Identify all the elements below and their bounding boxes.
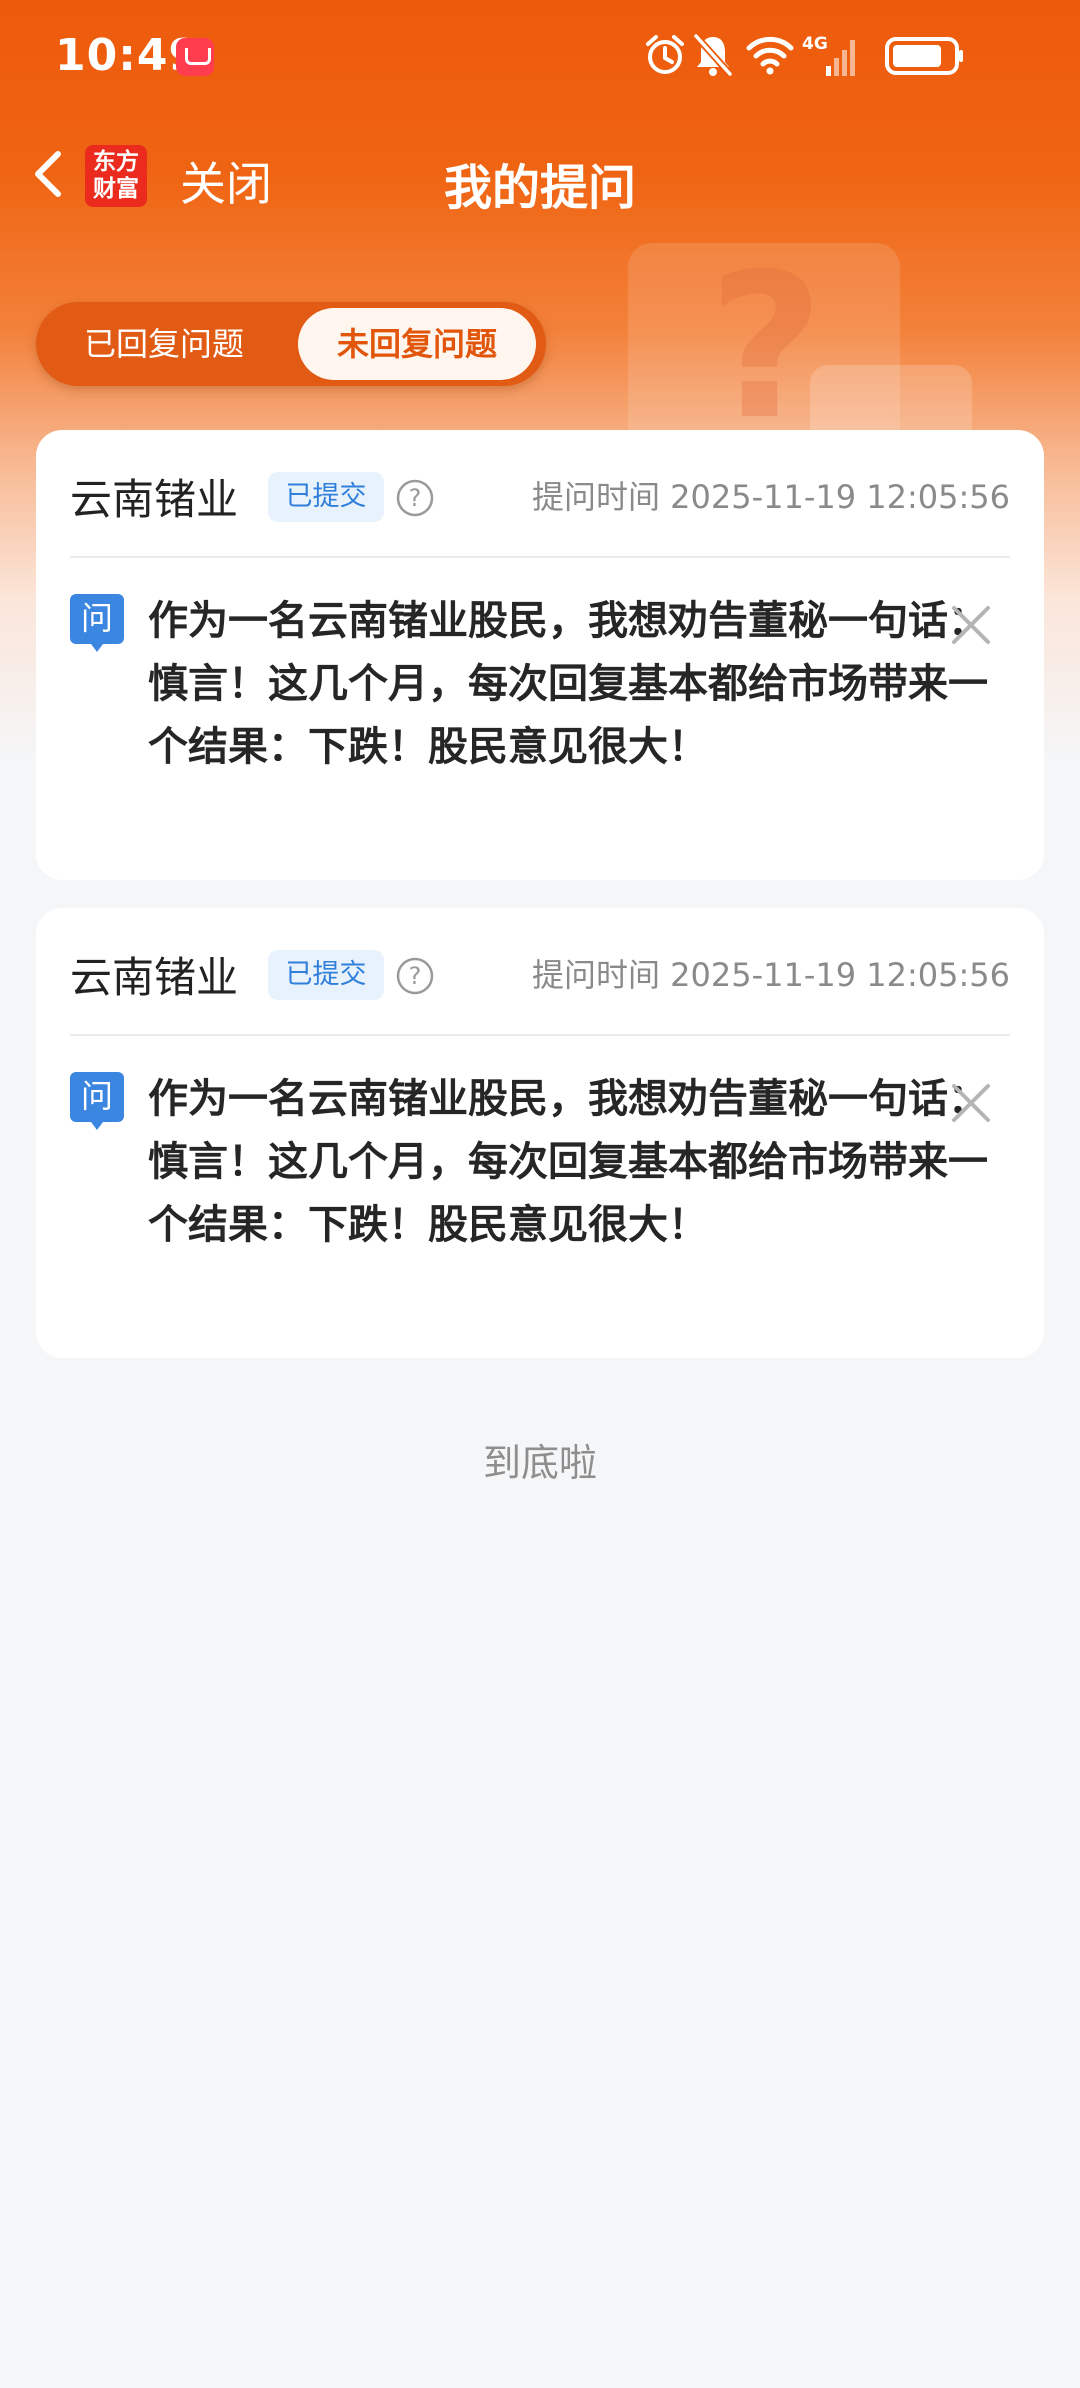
question-tabs: 已回复问题 未回复问题	[36, 302, 546, 386]
status-badge: 已提交	[268, 950, 384, 1000]
company-name: 云南锗业	[70, 475, 239, 524]
question-time: 提问时间 2025-11-19 12:05:56	[531, 956, 1010, 994]
svg-text:?: ?	[409, 962, 422, 990]
question-icon: 问	[70, 594, 124, 656]
alarm-icon	[646, 35, 684, 74]
divider	[70, 556, 1010, 558]
question-mark-illustration-icon: ?	[708, 231, 825, 464]
signal-4g-icon: 4G	[802, 34, 862, 78]
help-icon[interactable]: ?	[395, 478, 435, 518]
question-icon: 问	[70, 1072, 124, 1134]
network-type-label: 4G	[802, 34, 828, 54]
bell-muted-icon	[693, 33, 733, 77]
divider	[70, 1034, 1010, 1036]
page-title: 我的提问	[443, 160, 636, 216]
status-bar: 10:49 4G	[0, 0, 1080, 115]
company-name: 云南锗业	[70, 953, 239, 1002]
close-icon[interactable]	[948, 602, 994, 648]
huawei-store-icon	[176, 38, 214, 76]
question-icon-label: 问	[80, 599, 113, 637]
question-time: 提问时间 2025-11-19 12:05:56	[531, 478, 1010, 516]
question-card[interactable]: 云南锗业 已提交 ? 提问时间 2025-11-19 12:05:56 问 作为…	[36, 908, 1044, 1358]
question-text: 作为一名云南锗业股民，我想劝告董秘一句话：慎言！这几个月，每次回复基本都给市场带…	[148, 598, 988, 770]
question-text: 作为一名云南锗业股民，我想劝告董秘一句话：慎言！这几个月，每次回复基本都给市场带…	[148, 1076, 988, 1248]
tab-replied[interactable]: 已回复问题	[36, 302, 292, 386]
question-card[interactable]: 云南锗业 已提交 ? 提问时间 2025-11-19 12:05:56 问 作为…	[36, 430, 1044, 880]
help-icon[interactable]: ?	[395, 956, 435, 996]
tab-unreplied[interactable]: 未回复问题	[298, 308, 536, 380]
header-bar: 东方 财富 关闭 我的提问	[0, 130, 1080, 230]
close-icon[interactable]	[948, 1080, 994, 1126]
wifi-icon	[746, 36, 794, 75]
question-icon-label: 问	[80, 1077, 113, 1115]
status-badge: 已提交	[268, 472, 384, 522]
end-of-list-text: 到底啦	[482, 1441, 597, 1485]
svg-text:?: ?	[409, 484, 422, 512]
battery-icon	[885, 37, 963, 75]
